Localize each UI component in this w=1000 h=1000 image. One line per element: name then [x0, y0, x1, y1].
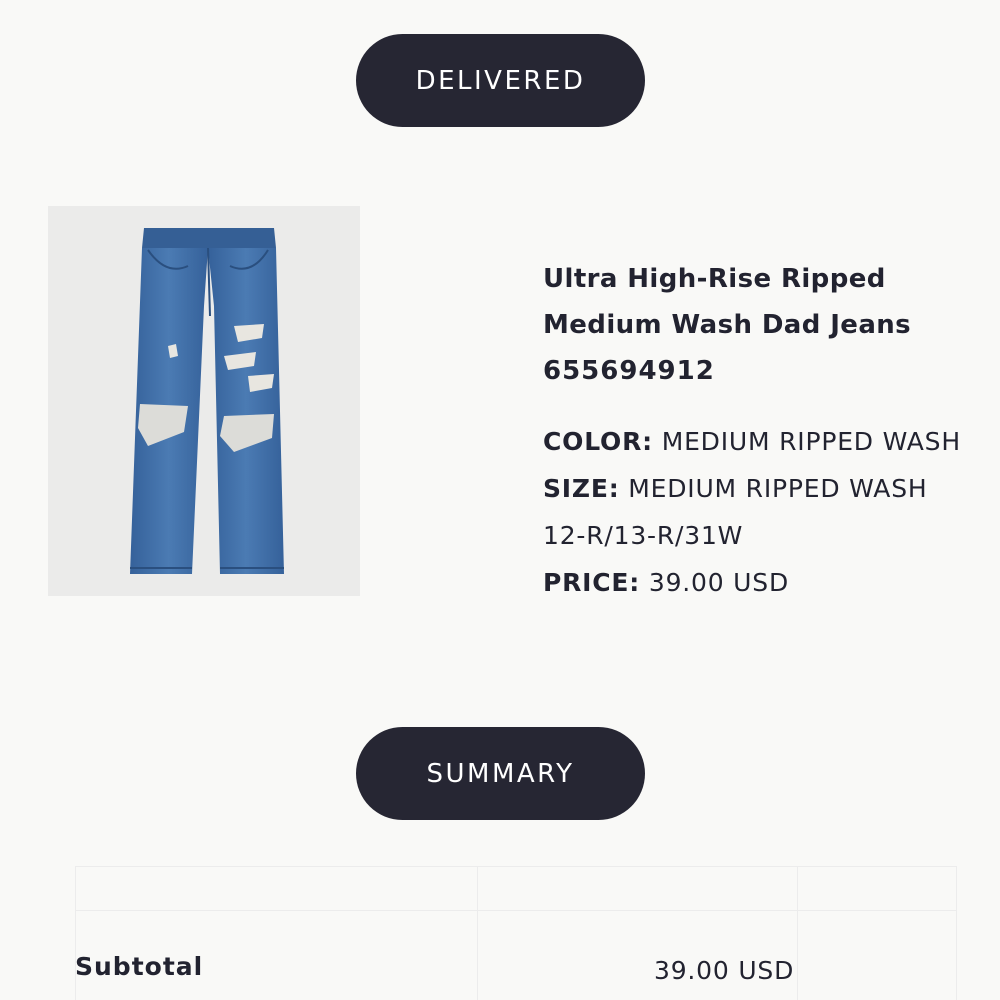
price-label: PRICE:	[543, 568, 641, 597]
delivered-status-button[interactable]: DELIVERED	[356, 34, 645, 127]
product-image[interactable]	[48, 206, 360, 596]
summary-button[interactable]: SUMMARY	[356, 727, 645, 820]
product-details: Ultra High-Rise Ripped Medium Wash Dad J…	[543, 256, 963, 606]
product-title[interactable]: Ultra High-Rise Ripped Medium Wash Dad J…	[543, 256, 963, 348]
color-label: COLOR:	[543, 427, 653, 456]
subtotal-value: 39.00 USD	[654, 956, 795, 985]
size-label: SIZE:	[543, 474, 620, 503]
summary-table: Subtotal 39.00 USD	[75, 866, 957, 1000]
table-divider	[956, 866, 957, 1000]
product-size: SIZE: MEDIUM RIPPED WASH 12-R/13-R/31W	[543, 465, 963, 559]
table-divider	[477, 866, 478, 1000]
delivered-status-label: DELIVERED	[415, 65, 586, 96]
table-divider	[75, 866, 957, 867]
product-color: COLOR: MEDIUM RIPPED WASH	[543, 418, 963, 465]
product-price: PRICE: 39.00 USD	[543, 559, 963, 606]
color-value: MEDIUM RIPPED WASH	[661, 427, 961, 456]
jeans-image-icon	[130, 228, 284, 574]
subtotal-label: Subtotal	[75, 952, 204, 981]
product-sku: 655694912	[543, 356, 715, 386]
table-divider	[75, 910, 957, 911]
price-value: 39.00 USD	[648, 568, 789, 597]
summary-button-label: SUMMARY	[426, 758, 575, 789]
order-details-page: DELIVERED Ultra High-Rise Ripped Medium …	[0, 0, 1000, 1000]
table-divider	[797, 866, 798, 1000]
